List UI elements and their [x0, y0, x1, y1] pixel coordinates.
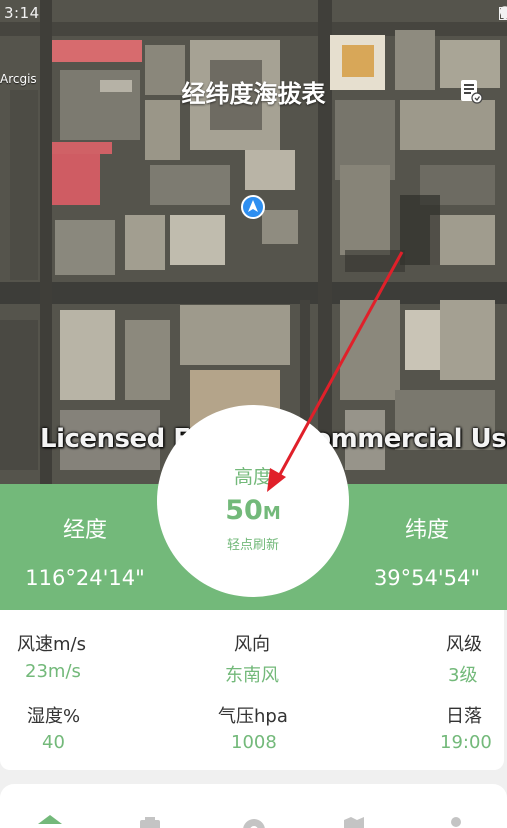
wind-speed-label: 风速m/s: [17, 630, 86, 656]
wind-direction-label: 风向: [234, 630, 270, 656]
page-title: 经纬度海拔表: [0, 74, 507, 109]
wind-level-value: 3级: [448, 661, 477, 687]
wind-speed-value: 23m/s: [25, 661, 81, 682]
refresh-hint: 轻点刷新: [157, 534, 349, 553]
longitude-value: 116°24'14": [0, 566, 170, 590]
status-time: 3:14: [4, 4, 40, 22]
latitude-value: 39°54'54": [342, 566, 507, 590]
longitude-block: 经度 116°24'14": [0, 484, 170, 590]
document-icon[interactable]: [458, 78, 484, 104]
sunset-label: 日落: [446, 702, 482, 728]
latitude-label: 纬度: [342, 512, 507, 544]
altitude-value-line: 50M: [157, 495, 349, 526]
sunset-value: 19:00: [440, 732, 492, 753]
humidity-value: 40: [42, 732, 65, 753]
navigation-arrow-icon: [241, 195, 265, 219]
longitude-label: 经度: [0, 512, 170, 544]
altitude-value: 50: [225, 495, 263, 526]
bottom-navigation: [0, 784, 507, 826]
wind-level-label: 风级: [446, 630, 482, 656]
altitude-label: 高度: [157, 462, 349, 489]
pressure-value: 1008: [231, 732, 277, 753]
latitude-block: 纬度 39°54'54": [342, 484, 507, 590]
pressure-label: 气压hpa: [218, 702, 288, 728]
status-bar: 3:14: [0, 0, 507, 28]
altitude-unit: M: [263, 503, 281, 524]
battery-icon: [499, 6, 507, 20]
weather-card: 风速m/s 23m/s 风向 东南风 风级 3级 湿度% 40 气压hpa 10…: [0, 610, 504, 770]
wind-direction-value: 东南风: [225, 661, 279, 687]
altitude-refresh-button[interactable]: 高度 50M 轻点刷新: [157, 405, 349, 597]
humidity-label: 湿度%: [27, 702, 80, 728]
